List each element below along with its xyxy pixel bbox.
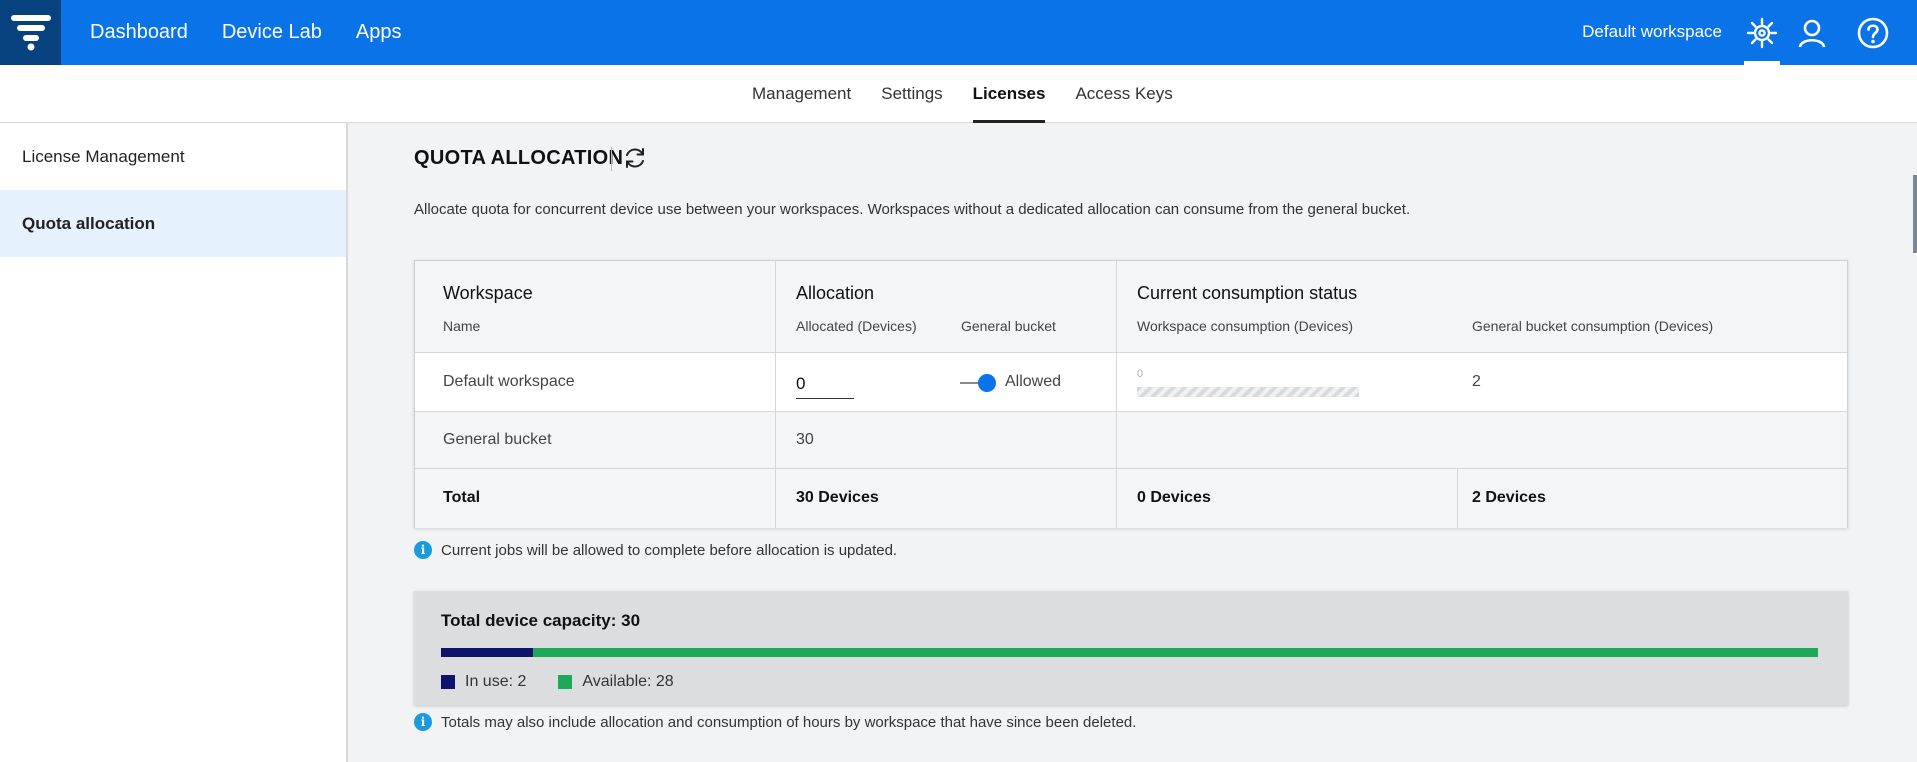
available-swatch: [558, 675, 573, 689]
tab-settings[interactable]: Settings: [881, 65, 942, 123]
nav-apps[interactable]: Apps: [356, 21, 402, 44]
title-divider: [611, 147, 612, 171]
capacity-panel: Total device capacity: 30 In use: 2 Avai…: [414, 591, 1848, 705]
scrollbar-thumb[interactable]: [1913, 175, 1917, 253]
general-bucket-consumption-value: 2: [1472, 373, 1481, 390]
general-bucket-allocated: 30: [796, 431, 814, 448]
header-general-bucket-consumption: General bucket consumption (Devices): [1472, 318, 1714, 334]
workspace-consumption-value: 0: [1137, 368, 1144, 380]
in-use-label: In use: 2: [465, 673, 527, 690]
totals-note-text: Totals may also include allocation and c…: [441, 713, 1137, 731]
general-bucket-toggle-label: Allowed: [1005, 373, 1062, 390]
table-header-row: Workspace Name Allocation Allocated (Dev…: [415, 261, 1847, 353]
column-divider: [1457, 469, 1458, 528]
total-allocation: 30 Devices: [796, 489, 879, 506]
header-workspace: Workspace: [443, 283, 533, 303]
total-label: Total: [443, 489, 481, 506]
total-workspace-consumption: 0 Devices: [1137, 489, 1211, 506]
tab-management[interactable]: Management: [752, 65, 851, 123]
sidebar-item-quota-allocation[interactable]: Quota allocation: [0, 190, 346, 257]
sidebar: License Management Quota allocation: [0, 123, 348, 762]
header-allocated-devices: Allocated (Devices): [796, 318, 917, 334]
top-navigation-bar: Dashboard Device Lab Apps Default worksp…: [0, 0, 1917, 65]
nav-device-lab[interactable]: Device Lab: [222, 21, 322, 44]
refresh-icon[interactable]: [622, 145, 648, 171]
help-icon[interactable]: [1856, 16, 1890, 50]
jobs-note: i Current jobs will be allowed to comple…: [414, 541, 897, 559]
workspace-name: Default workspace: [443, 373, 575, 390]
page-title: QUOTA ALLOCATION: [414, 147, 624, 169]
available-label: Available: 28: [582, 673, 674, 690]
totals-note: i Totals may also include allocation and…: [414, 713, 1136, 731]
allocated-devices-input[interactable]: [796, 369, 854, 399]
jobs-note-text: Current jobs will be allowed to complete…: [441, 541, 898, 559]
header-general-bucket: General bucket: [961, 318, 1056, 334]
info-icon: i: [414, 713, 432, 731]
header-consumption-status: Current consumption status: [1137, 283, 1358, 303]
user-icon[interactable]: [1795, 16, 1829, 50]
table-row: General bucket 30: [415, 412, 1847, 469]
table-total-row: Total 30 Devices 0 Devices 2 Devices: [415, 469, 1847, 528]
app-logo[interactable]: [0, 0, 61, 65]
info-icon: i: [414, 541, 432, 559]
quota-table: Workspace Name Allocation Allocated (Dev…: [414, 260, 1848, 528]
tab-licenses[interactable]: Licenses: [972, 65, 1045, 123]
header-allocation: Allocation: [796, 283, 875, 303]
gear-icon[interactable]: [1745, 16, 1779, 50]
workspace-selector[interactable]: Default workspace: [1582, 22, 1722, 42]
capacity-in-use-fill: [441, 648, 533, 657]
table-row: Default workspace Allowed 0 2: [415, 353, 1847, 412]
capacity-bar: [441, 648, 1818, 657]
logo-icon: [11, 15, 51, 51]
header-name: Name: [443, 318, 481, 334]
total-general-bucket-consumption: 2 Devices: [1472, 489, 1546, 506]
nav-dashboard[interactable]: Dashboard: [90, 21, 188, 44]
general-bucket-name: General bucket: [443, 431, 552, 448]
capacity-legend: In use: 2 Available: 28: [441, 673, 674, 691]
secondary-tab-bar: Management Settings Licenses Access Keys: [0, 65, 1917, 123]
capacity-title: Total device capacity: 30: [441, 611, 641, 630]
header-workspace-consumption: Workspace consumption (Devices): [1137, 318, 1354, 334]
intro-text: Allocate quota for concurrent device use…: [414, 201, 1411, 218]
sidebar-item-license-management[interactable]: License Management: [0, 123, 346, 190]
primary-nav: Dashboard Device Lab Apps: [90, 0, 402, 65]
in-use-swatch: [441, 675, 455, 689]
tab-access-keys[interactable]: Access Keys: [1075, 65, 1172, 123]
general-bucket-toggle[interactable]: [960, 374, 998, 392]
workspace-consumption-bar: [1137, 387, 1359, 397]
